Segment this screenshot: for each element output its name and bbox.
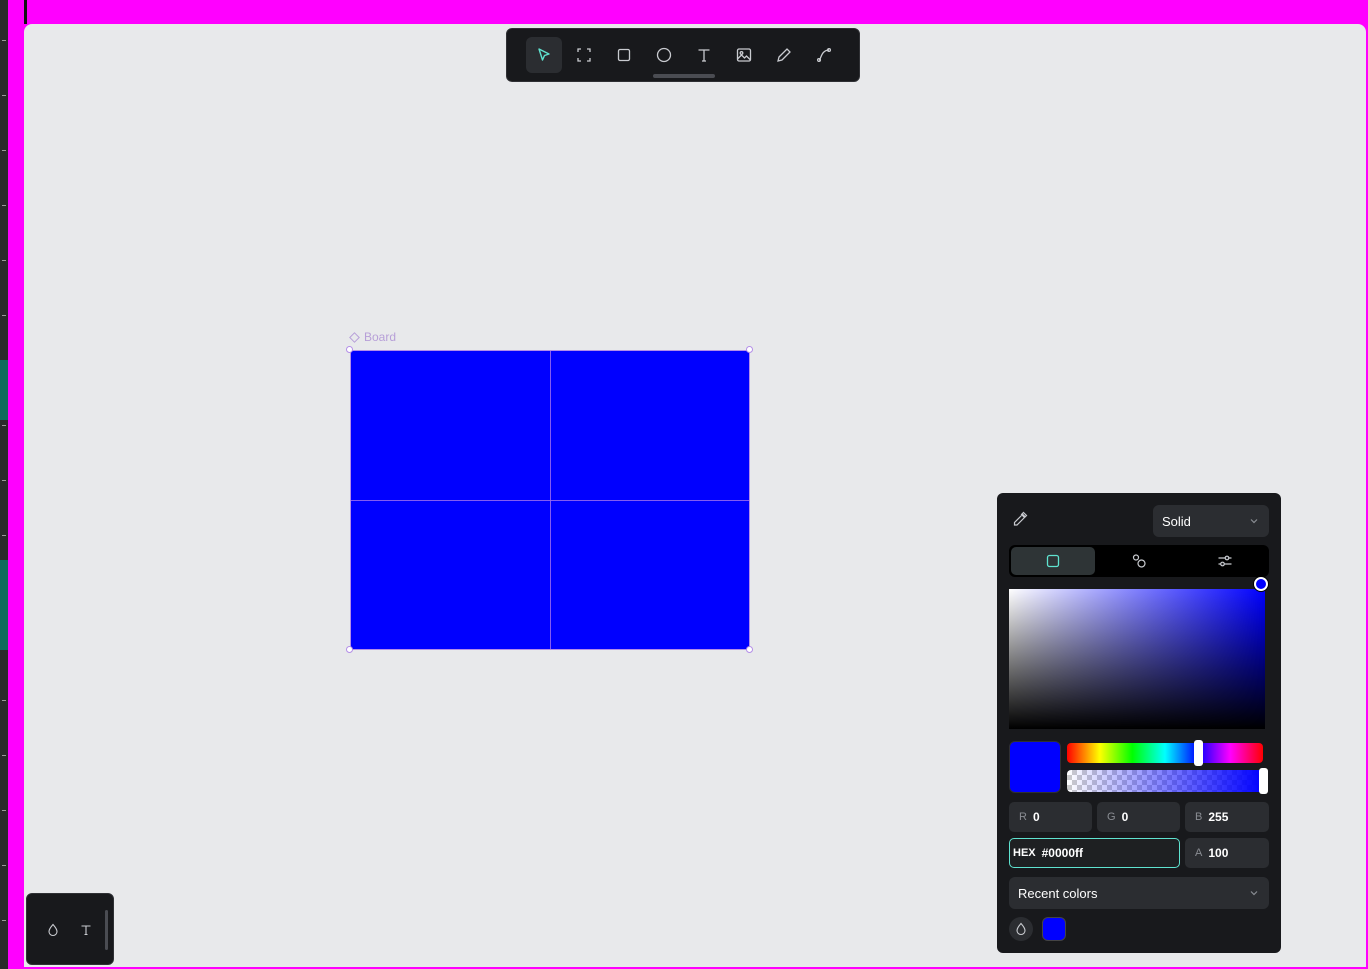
hue-slider-thumb[interactable] [1194, 740, 1203, 766]
recent-color-swatch[interactable] [1042, 917, 1066, 941]
palette-icon [1132, 554, 1146, 568]
board-tool-button[interactable] [566, 37, 602, 73]
window-edge [24, 0, 27, 24]
green-field[interactable]: G 0 [1097, 802, 1180, 832]
board-diamond-icon [349, 331, 360, 343]
blue-value: 255 [1208, 810, 1229, 824]
text-tool-button[interactable] [686, 37, 722, 73]
path-icon [816, 47, 832, 63]
tab-adjust[interactable] [1183, 547, 1267, 575]
image-icon [736, 48, 752, 62]
toolbar-drag-handle[interactable] [653, 74, 715, 78]
red-field[interactable]: R 0 [1009, 802, 1092, 832]
hex-label: HEX [1013, 847, 1036, 859]
rectangle-tool-button[interactable] [606, 37, 642, 73]
red-label: R [1019, 811, 1027, 823]
mini-toolbar [26, 893, 114, 965]
fill-drop-icon [48, 923, 58, 937]
ellipse-tool-button[interactable] [646, 37, 682, 73]
alpha-value: 100 [1208, 846, 1229, 860]
hex-value: #0000ff [1041, 846, 1083, 860]
board-title[interactable]: Board [349, 329, 396, 345]
green-label: G [1107, 811, 1116, 823]
resize-handle-bottom-left[interactable] [346, 646, 353, 653]
saturation-value-thumb[interactable] [1254, 577, 1268, 591]
square-swatch-icon [1046, 554, 1060, 568]
text-icon [698, 49, 710, 62]
left-ruler [0, 0, 8, 969]
tab-picker[interactable] [1011, 547, 1095, 575]
recent-colors-label: Recent colors [1018, 885, 1098, 901]
horizontal-guide [351, 500, 749, 501]
color-picker-panel: Solid R 0 G 0 B 255 HEX #0000ff A 100 Re… [997, 493, 1281, 953]
pencil-icon [777, 48, 791, 62]
recent-fill-button[interactable] [1009, 917, 1033, 941]
blue-label: B [1195, 811, 1203, 823]
tab-libraries[interactable] [1097, 547, 1181, 575]
rectangle-icon [617, 48, 631, 62]
path-tool-button[interactable] [806, 37, 842, 73]
alpha-slider[interactable] [1067, 770, 1263, 792]
pointer-tool-button[interactable] [526, 37, 562, 73]
saturation-value-area[interactable] [1009, 589, 1265, 729]
board-icon [577, 48, 591, 62]
alpha-slider-thumb[interactable] [1259, 768, 1268, 794]
fill-mode-select[interactable]: Solid [1153, 505, 1269, 537]
pencil-tool-button[interactable] [766, 37, 802, 73]
eyedropper-icon[interactable] [1011, 510, 1029, 528]
hue-slider[interactable] [1067, 743, 1263, 763]
chevron-down-icon [1250, 519, 1258, 524]
ellipse-icon [656, 47, 672, 63]
board-frame[interactable] [350, 350, 750, 650]
picker-view-tabs [1009, 545, 1269, 577]
image-tool-button[interactable] [726, 37, 762, 73]
pointer-icon [538, 48, 550, 61]
alpha-field[interactable]: A 100 [1185, 838, 1269, 868]
hex-field[interactable]: HEX #0000ff [1009, 838, 1180, 868]
resize-handle-top-right[interactable] [746, 346, 753, 353]
mini-toolbar-scrollbar[interactable] [105, 910, 108, 950]
alpha-label: A [1195, 847, 1203, 859]
recent-colors-select[interactable]: Recent colors [1009, 877, 1269, 909]
board-label-text: Board [364, 330, 397, 344]
chevron-down-icon [1250, 891, 1258, 896]
sliders-icon [1218, 555, 1232, 567]
red-value: 0 [1032, 810, 1040, 824]
resize-handle-bottom-right[interactable] [746, 646, 753, 653]
window-border [8, 0, 24, 969]
drop-icon [1016, 922, 1026, 936]
current-color-swatch [1009, 741, 1061, 793]
text-style-button[interactable] [76, 920, 96, 940]
green-value: 0 [1121, 810, 1129, 824]
resize-handle-top-left[interactable] [346, 346, 353, 353]
fill-button[interactable] [43, 920, 63, 940]
text-icon [81, 925, 91, 936]
blue-field[interactable]: B 255 [1185, 802, 1269, 832]
fill-mode-value: Solid [1162, 513, 1191, 529]
main-toolbar [506, 28, 860, 82]
